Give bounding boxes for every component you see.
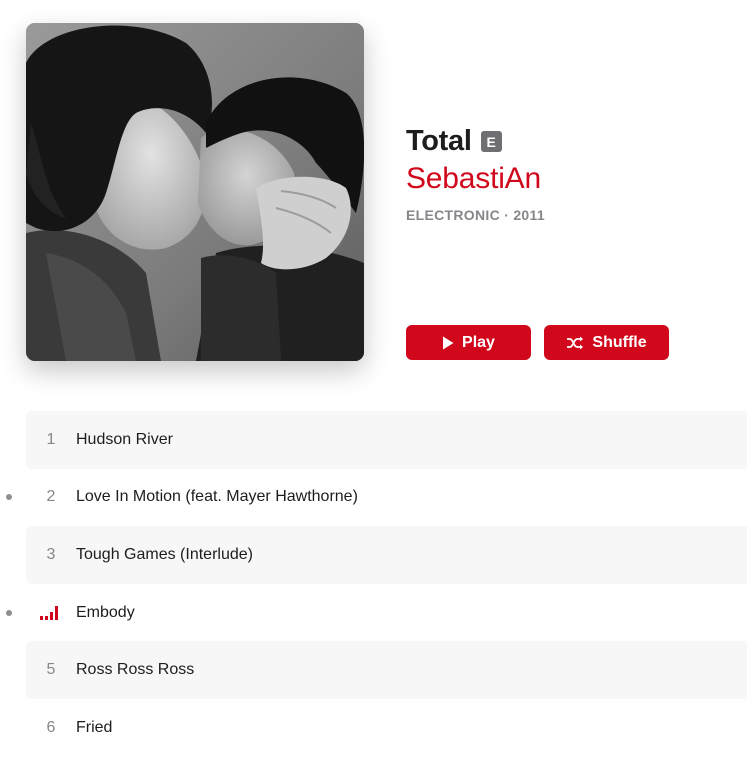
play-icon: [443, 336, 454, 349]
artist-link[interactable]: SebastiAn: [406, 162, 541, 196]
album-artwork[interactable]: [26, 23, 364, 361]
status-dot-icon: [6, 609, 12, 616]
track-title: Tough Games (Interlude): [76, 545, 253, 563]
track-row[interactable]: 2 Love In Motion (feat. Mayer Hawthorne): [0, 469, 747, 527]
track-title: Hudson River: [76, 430, 173, 448]
album-title-row: Total E: [406, 125, 502, 158]
track-title: Love In Motion (feat. Mayer Hawthorne): [76, 488, 358, 506]
track-title: Fried: [76, 718, 113, 736]
track-list: 1 Hudson River 2 Love In Motion (feat. M…: [0, 411, 747, 757]
track-row-now-playing[interactable]: Embody: [0, 584, 747, 642]
shuffle-icon: [567, 336, 584, 349]
track-number: 2: [46, 488, 56, 506]
track-row[interactable]: 3 Tough Games (Interlude): [0, 526, 747, 584]
shuffle-button[interactable]: Shuffle: [544, 325, 669, 360]
shuffle-button-label: Shuffle: [592, 333, 647, 351]
track-row[interactable]: 1 Hudson River: [0, 411, 747, 469]
track-number: 5: [46, 661, 56, 679]
explicit-badge: E: [480, 131, 502, 152]
genre-year: ELECTRONIC · 2011: [406, 207, 545, 223]
track-number: 3: [46, 545, 56, 563]
track-title: Embody: [76, 603, 135, 621]
play-button[interactable]: Play: [406, 325, 531, 360]
track-number: 6: [46, 718, 56, 736]
track-title: Ross Ross Ross: [76, 661, 195, 679]
status-dot-icon: [6, 494, 12, 501]
track-row[interactable]: 5 Ross Ross Ross: [0, 641, 747, 699]
track-row[interactable]: 6 Fried: [0, 699, 747, 757]
play-button-label: Play: [462, 333, 495, 351]
album-title: Total: [406, 125, 472, 157]
now-playing-icon: [40, 605, 58, 620]
album-artwork-photo: [26, 23, 364, 361]
track-number: 1: [46, 430, 56, 448]
